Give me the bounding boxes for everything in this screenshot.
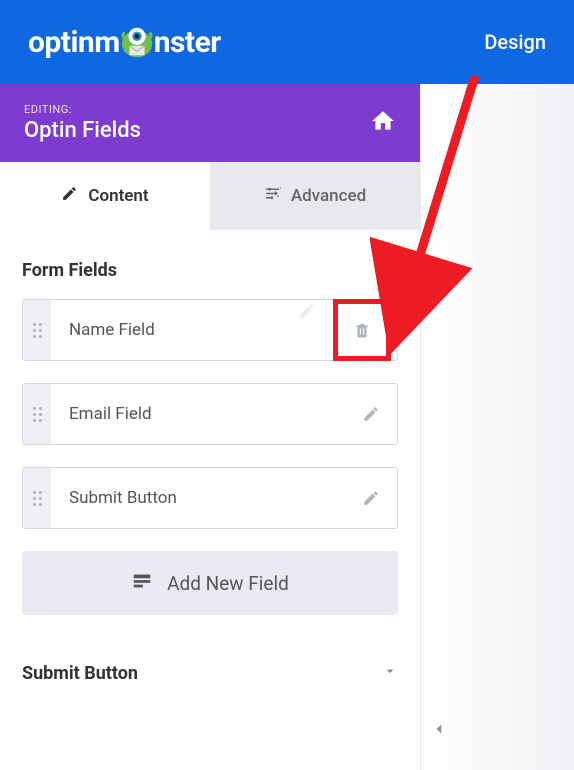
add-field-label: Add New Field: [167, 572, 289, 595]
pencil-icon: [61, 185, 78, 207]
field-row-name[interactable]: Name Field: [22, 299, 398, 361]
field-row-submit[interactable]: Submit Button: [22, 467, 398, 529]
drag-handle-icon[interactable]: [23, 468, 51, 528]
editing-label: EDITING:: [24, 103, 141, 116]
section-submit-button[interactable]: Submit Button: [22, 615, 398, 684]
delete-highlight: [333, 299, 391, 361]
home-icon[interactable]: [370, 108, 396, 138]
editing-title: Optin Fields: [24, 118, 141, 143]
collapse-chevron-icon[interactable]: [430, 720, 448, 742]
field-label: Name Field: [51, 320, 295, 340]
edit-icon[interactable]: [295, 299, 319, 323]
drag-handle-icon[interactable]: [23, 300, 51, 360]
editing-bar: EDITING: Optin Fields: [0, 84, 420, 162]
nav-design[interactable]: Design: [484, 30, 546, 54]
tab-content[interactable]: Content: [0, 162, 210, 230]
chevron-down-icon: [382, 663, 398, 684]
drag-handle-icon[interactable]: [23, 384, 51, 444]
mascot-icon: [118, 23, 156, 61]
section-title: Submit Button: [22, 663, 138, 684]
tabs: Content Advanced: [0, 162, 420, 230]
logo-text-part2: nster: [154, 25, 221, 60]
panel: Form Fields Name Field Email Field: [0, 230, 420, 704]
section-form-fields[interactable]: Form Fields: [22, 250, 398, 299]
logo-text-part1: optinm: [28, 25, 120, 60]
form-icon: [131, 570, 153, 597]
chevron-up-icon: [382, 260, 398, 281]
field-row-email[interactable]: Email Field: [22, 383, 398, 445]
edit-icon[interactable]: [359, 486, 383, 510]
field-label: Email Field: [51, 404, 359, 424]
add-new-field-button[interactable]: Add New Field: [22, 551, 398, 615]
top-header: optinm nster Design: [0, 0, 574, 84]
logo: optinm nster: [28, 23, 221, 61]
tab-content-label: Content: [88, 186, 148, 206]
tab-advanced-label: Advanced: [291, 186, 366, 206]
preview-pane-edge: [420, 84, 574, 770]
sliders-icon: [264, 185, 281, 207]
section-title: Form Fields: [22, 260, 117, 281]
field-label: Submit Button: [51, 488, 359, 508]
trash-icon[interactable]: [350, 318, 374, 342]
tab-advanced[interactable]: Advanced: [210, 162, 420, 230]
edit-icon[interactable]: [359, 402, 383, 426]
